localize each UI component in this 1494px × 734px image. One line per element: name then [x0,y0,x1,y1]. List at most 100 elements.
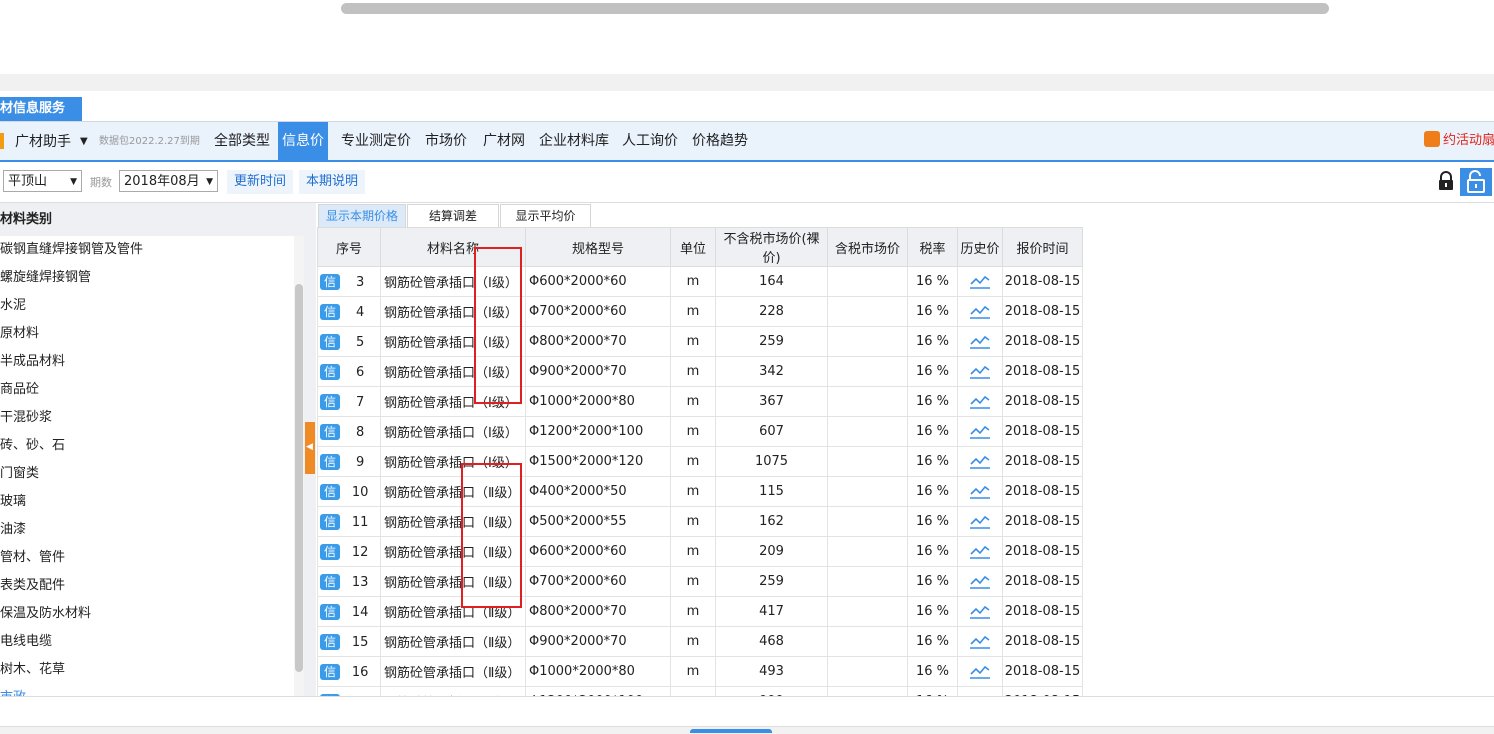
history-price-cell[interactable] [957,386,1003,417]
history-price-cell[interactable] [957,506,1003,537]
table-row[interactable]: 信 9 钢筋砼管承插口（Ⅰ级） Φ1500*2000*120 m 1075 16… [317,446,1083,477]
sidebar-scrollbar-thumb[interactable] [295,284,303,672]
trend-chart-icon[interactable] [969,454,991,470]
history-price-cell[interactable] [957,296,1003,327]
trend-chart-icon[interactable] [969,274,991,290]
info-badge[interactable]: 信 [320,423,340,440]
table-row[interactable]: 信 4 钢筋砼管承插口（Ⅰ级） Φ700*2000*60 m 228 16 % … [317,296,1083,327]
tab-settlement-adjust[interactable]: 结算调差 [407,204,499,227]
sidebar-item[interactable]: 保温及防水材料 [0,600,91,628]
table-row[interactable]: 信 13 钢筋砼管承插口（Ⅱ级） Φ700*2000*60 m 259 16 %… [317,566,1083,597]
tab-current-price[interactable]: 显示本期价格 [318,204,406,227]
header-no[interactable]: 序号 [317,227,381,267]
info-badge[interactable]: 信 [320,393,340,410]
assistant-menu[interactable]: 广材助手 [15,132,71,152]
info-badge[interactable]: 信 [320,573,340,590]
table-row[interactable]: 信 12 钢筋砼管承插口（Ⅱ级） Φ600*2000*60 m 209 16 %… [317,536,1083,567]
sidebar-item[interactable]: 水泥 [0,292,26,320]
update-time-button[interactable]: 更新时间 [227,170,294,194]
sidebar-item[interactable]: 管材、管件 [0,544,65,572]
trend-chart-icon[interactable] [969,364,991,380]
tab-info-price[interactable]: 信息价 [278,122,328,160]
table-row[interactable]: 信 16 钢筋砼管承插口（Ⅱ级） Φ1000*2000*80 m 493 16 … [317,656,1083,687]
history-price-cell[interactable] [957,566,1003,597]
header-unit[interactable]: 单位 [670,227,716,267]
tab-manual-inquiry[interactable]: 人工询价 [618,122,682,160]
table-row[interactable]: 信 11 钢筋砼管承插口（Ⅱ级） Φ500*2000*55 m 162 16 %… [317,506,1083,537]
header-date[interactable]: 报价时间 [1002,227,1083,267]
table-row[interactable]: 信 10 钢筋砼管承插口（Ⅱ级） Φ400*2000*50 m 115 16 %… [317,476,1083,507]
tab-guangcai-net[interactable]: 广材网 [479,122,529,160]
info-badge[interactable]: 信 [320,633,340,650]
tab-market-price[interactable]: 市场价 [421,122,471,160]
trend-chart-icon[interactable] [969,484,991,500]
sidebar-item[interactable]: 电线电缆 [0,628,52,656]
tab-professional-price[interactable]: 专业测定价 [337,122,415,160]
promo-link[interactable]: 约活动扇 [1424,130,1494,152]
info-badge[interactable]: 信 [320,453,340,470]
history-price-cell[interactable] [957,476,1003,507]
info-badge[interactable]: 信 [320,333,340,350]
trend-chart-icon[interactable] [969,424,991,440]
trend-chart-icon[interactable] [969,574,991,590]
info-badge[interactable]: 信 [320,483,340,500]
period-select[interactable]: 2018年08月 ▼ [119,170,218,192]
history-price-cell[interactable] [957,596,1003,627]
header-rate[interactable]: 税率 [907,227,958,267]
unlock-icon[interactable] [1460,168,1492,196]
sidebar-item[interactable]: 商品砼 [0,376,39,404]
trend-chart-icon[interactable] [969,634,991,650]
history-price-cell[interactable] [957,536,1003,567]
info-badge[interactable]: 信 [320,513,340,530]
table-row[interactable]: 信 15 钢筋砼管承插口（Ⅱ级） Φ900*2000*70 m 468 16 %… [317,626,1083,657]
trend-chart-icon[interactable] [969,334,991,350]
info-badge[interactable]: 信 [320,363,340,380]
trend-chart-icon[interactable] [969,664,991,680]
table-row[interactable]: 信 7 钢筋砼管承插口（Ⅰ级） Φ1000*2000*80 m 367 16 %… [317,386,1083,417]
history-price-cell[interactable] [957,416,1003,447]
sidebar-item[interactable]: 表类及配件 [0,572,65,600]
table-row[interactable]: 信 14 钢筋砼管承插口（Ⅱ级） Φ800*2000*70 m 417 16 %… [317,596,1083,627]
info-badge[interactable]: 信 [320,543,340,560]
history-price-cell[interactable] [957,626,1003,657]
header-price[interactable]: 不含税市场价(裸价) [715,227,828,267]
tab-average-price[interactable]: 显示平均价 [500,204,591,227]
trend-chart-icon[interactable] [969,304,991,320]
sidebar-item[interactable]: 市政 [0,684,26,696]
sidebar-item[interactable]: 玻璃 [0,488,26,516]
trend-chart-icon[interactable] [969,514,991,530]
info-badge[interactable]: 信 [320,273,340,290]
sidebar-item[interactable]: 砖、砂、石 [0,432,65,460]
table-row[interactable]: 信 5 钢筋砼管承插口（Ⅰ级） Φ800*2000*70 m 259 16 % … [317,326,1083,357]
caret-down-icon[interactable]: ▼ [80,132,88,152]
panel-title-tab[interactable]: 材信息服务 [0,97,82,121]
header-spec[interactable]: 规格型号 [525,227,671,267]
sidebar-item[interactable]: 门窗类 [0,460,39,488]
period-note-button[interactable]: 本期说明 [299,170,366,194]
table-row[interactable]: 信 8 钢筋砼管承插口（Ⅰ级） Φ1200*2000*100 m 607 16 … [317,416,1083,447]
lock-icon[interactable] [1437,171,1455,191]
sidebar-item[interactable]: 碳钢直缝焊接钢管及管件 [0,236,143,264]
info-badge[interactable]: 信 [320,303,340,320]
info-badge[interactable]: 信 [320,663,340,680]
sidebar-item[interactable]: 原材料 [0,320,39,348]
history-price-cell[interactable] [957,356,1003,387]
sidebar-item[interactable]: 螺旋缝焊接钢管 [0,264,91,292]
horizontal-scrollbar-thumb[interactable] [341,3,1329,14]
trend-chart-icon[interactable] [969,394,991,410]
horizontal-scrollbar[interactable] [0,74,1494,91]
sidebar-item[interactable]: 油漆 [0,516,26,544]
table-row[interactable]: 信 3 钢筋砼管承插口（Ⅰ级） Φ600*2000*60 m 164 16 % … [317,266,1083,297]
sidebar-item[interactable]: 树木、花草 [0,656,65,684]
info-badge[interactable]: 信 [320,603,340,620]
tab-all-types[interactable]: 全部类型 [210,122,274,160]
sidebar-item[interactable]: 干混砂浆 [0,404,52,432]
history-price-cell[interactable] [957,656,1003,687]
bottom-action-button[interactable] [690,729,772,733]
history-price-cell[interactable] [957,446,1003,477]
history-price-cell[interactable] [957,326,1003,357]
trend-chart-icon[interactable] [969,544,991,560]
tab-price-trend[interactable]: 价格趋势 [688,122,752,160]
tab-enterprise-library[interactable]: 企业材料库 [535,122,613,160]
history-price-cell[interactable] [957,266,1003,297]
